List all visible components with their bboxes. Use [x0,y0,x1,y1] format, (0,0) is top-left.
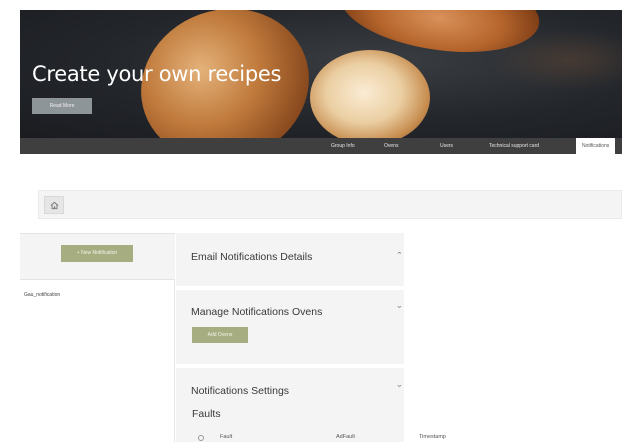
sidebar-item-gau-notification[interactable]: Gau_notification [24,292,60,298]
nav-item-notifications[interactable]: Notifications [576,138,616,154]
section-title-notifications-settings: Notifications Settings [191,385,290,397]
hero-image-bread-center [310,50,430,138]
manage-ovens-panel: Manage Notifications Ovens ˇ Add Ovens [176,290,404,364]
chevron-up-icon[interactable]: ˆ [398,251,402,261]
section-title-manage-ovens: Manage Notifications Ovens [191,306,323,318]
radio-icon[interactable] [198,435,204,441]
nav-item-technical-support-card[interactable]: Technical support card [489,138,539,154]
notification-details: Email Notifications Details ˆ Manage Not… [176,233,622,442]
home-icon [50,201,58,209]
add-ovens-button[interactable]: Add Ovens [192,327,248,343]
column-header-fault: Fault [220,434,233,440]
home-button[interactable] [44,196,64,214]
chevron-down-icon[interactable]: ˇ [398,384,402,394]
notifications-settings-panel: Notifications Settings ˇ [176,368,404,442]
hero-banner: Create your own recipes Read More [20,10,622,138]
email-notifications-panel[interactable]: Email Notifications Details ˆ [176,233,404,286]
sidebar-header: + New Notification [20,234,175,280]
read-more-button[interactable]: Read More [32,98,92,114]
nav-item-users[interactable]: Users [440,138,453,154]
section-title-email-notifications: Email Notifications Details [191,251,313,263]
column-header-timestamp: Timestamp [419,434,446,440]
faults-label: Faults [192,408,221,420]
notifications-sidebar: + New Notification Gau_notification [20,233,175,442]
hero-image-shadow [490,30,622,90]
column-header-adfault: AdFault [336,434,355,440]
hero-title: Create your own recipes [32,62,282,86]
main-navigation: Group Info Ovens Users Technical support… [20,138,622,154]
breadcrumb [38,190,622,219]
chevron-down-icon[interactable]: ˇ [398,305,402,315]
new-notification-button[interactable]: + New Notification [61,245,133,262]
nav-item-group-info[interactable]: Group Info [331,138,355,154]
nav-item-ovens[interactable]: Ovens [384,138,398,154]
